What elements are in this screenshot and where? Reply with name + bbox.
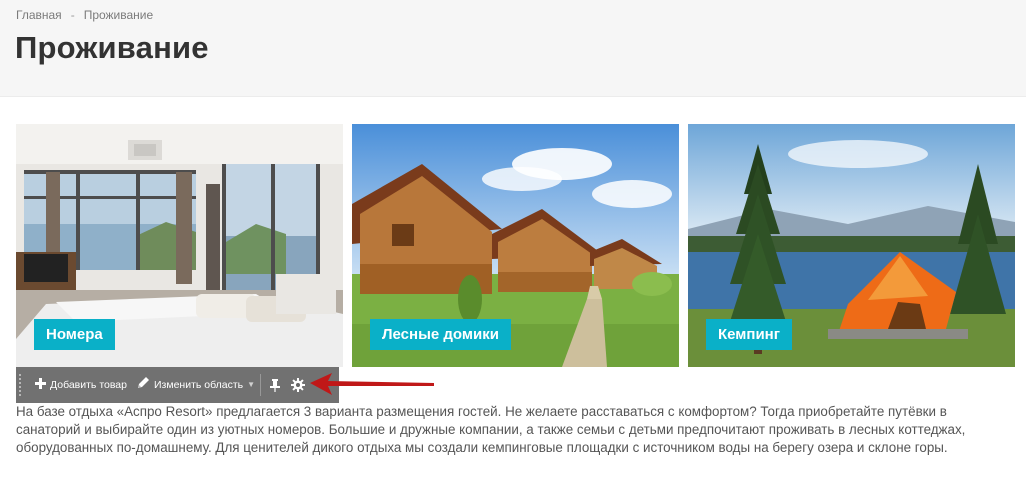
card-rooms[interactable]: Номера xyxy=(16,124,343,367)
breadcrumb-separator: - xyxy=(70,8,75,22)
card-camping[interactable]: Кемпинг xyxy=(688,124,1015,367)
add-product-label: Добавить товар xyxy=(50,379,127,392)
page-header: Главная - Проживание Проживание xyxy=(0,0,1026,97)
accommodation-cards: Номера Лесные домики Кемпинг xyxy=(16,124,1015,367)
annotation-arrow xyxy=(310,373,434,395)
card-forest-cabins-label: Лесные домики xyxy=(370,319,511,350)
breadcrumb: Главная - Проживание xyxy=(16,8,153,22)
add-product-button[interactable]: Добавить товар xyxy=(35,367,127,403)
card-rooms-label: Номера xyxy=(34,319,115,350)
breadcrumb-current: Проживание xyxy=(83,8,154,22)
pin-icon[interactable] xyxy=(266,367,284,403)
description-text: На базе отдыха «Аспро Resort» предлагает… xyxy=(16,404,966,455)
page-title: Проживание xyxy=(15,30,209,65)
chevron-down-icon: ▼ xyxy=(247,380,256,390)
card-camping-label: Кемпинг xyxy=(706,319,792,350)
gear-icon[interactable] xyxy=(288,367,308,403)
edit-area-label: Изменить область xyxy=(154,379,244,392)
toolbar-divider xyxy=(260,374,261,396)
breadcrumb-home-link[interactable]: Главная xyxy=(16,8,62,22)
admin-toolbar: Добавить товар Изменить область ▼ xyxy=(16,367,339,403)
card-forest-cabins[interactable]: Лесные домики xyxy=(352,124,679,367)
plus-icon xyxy=(35,367,46,403)
edit-area-button[interactable]: Изменить область ▼ xyxy=(137,367,255,403)
pencil-icon xyxy=(137,367,150,403)
drag-handle[interactable] xyxy=(18,373,22,397)
